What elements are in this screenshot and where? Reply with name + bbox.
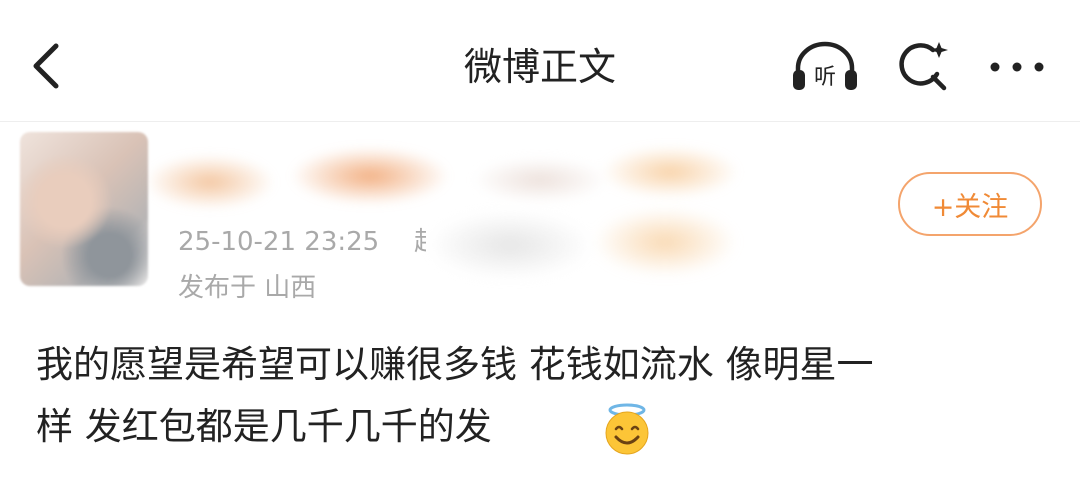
search-sparkle-icon bbox=[899, 42, 948, 91]
avatar[interactable] bbox=[20, 132, 148, 286]
headphones-icon: 听 bbox=[793, 41, 857, 90]
listen-button[interactable]: 听 bbox=[790, 40, 860, 92]
follow-button[interactable]: +关注 bbox=[898, 172, 1042, 236]
search-button[interactable] bbox=[893, 36, 955, 98]
post-text-line-2: 样 发红包都是几千几千的发 bbox=[36, 405, 492, 448]
smiling-face-with-halo-icon bbox=[600, 402, 654, 456]
post-timestamp: 25-10-21 23:25 bbox=[178, 227, 380, 257]
post-source: 超 bbox=[414, 226, 426, 258]
post-location: 发布于 山西 bbox=[178, 273, 317, 303]
top-nav-bar: 微博正文 听 bbox=[0, 0, 1080, 122]
more-button[interactable] bbox=[985, 50, 1049, 84]
post-text-line-1: 我的愿望是希望可以赚很多钱 花钱如流水 像明星一 bbox=[36, 343, 874, 386]
source-obscured bbox=[420, 200, 750, 295]
listen-label: 听 bbox=[814, 65, 836, 90]
more-dots-icon bbox=[990, 62, 1044, 72]
header-divider bbox=[0, 121, 1080, 122]
